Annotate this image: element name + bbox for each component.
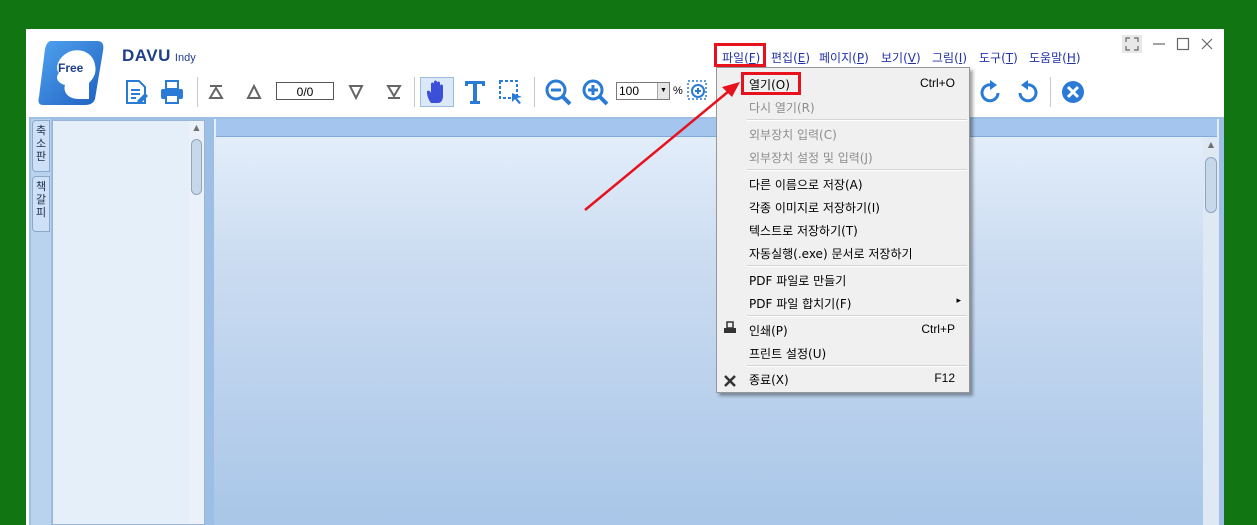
annotation-arrow: [584, 82, 740, 211]
